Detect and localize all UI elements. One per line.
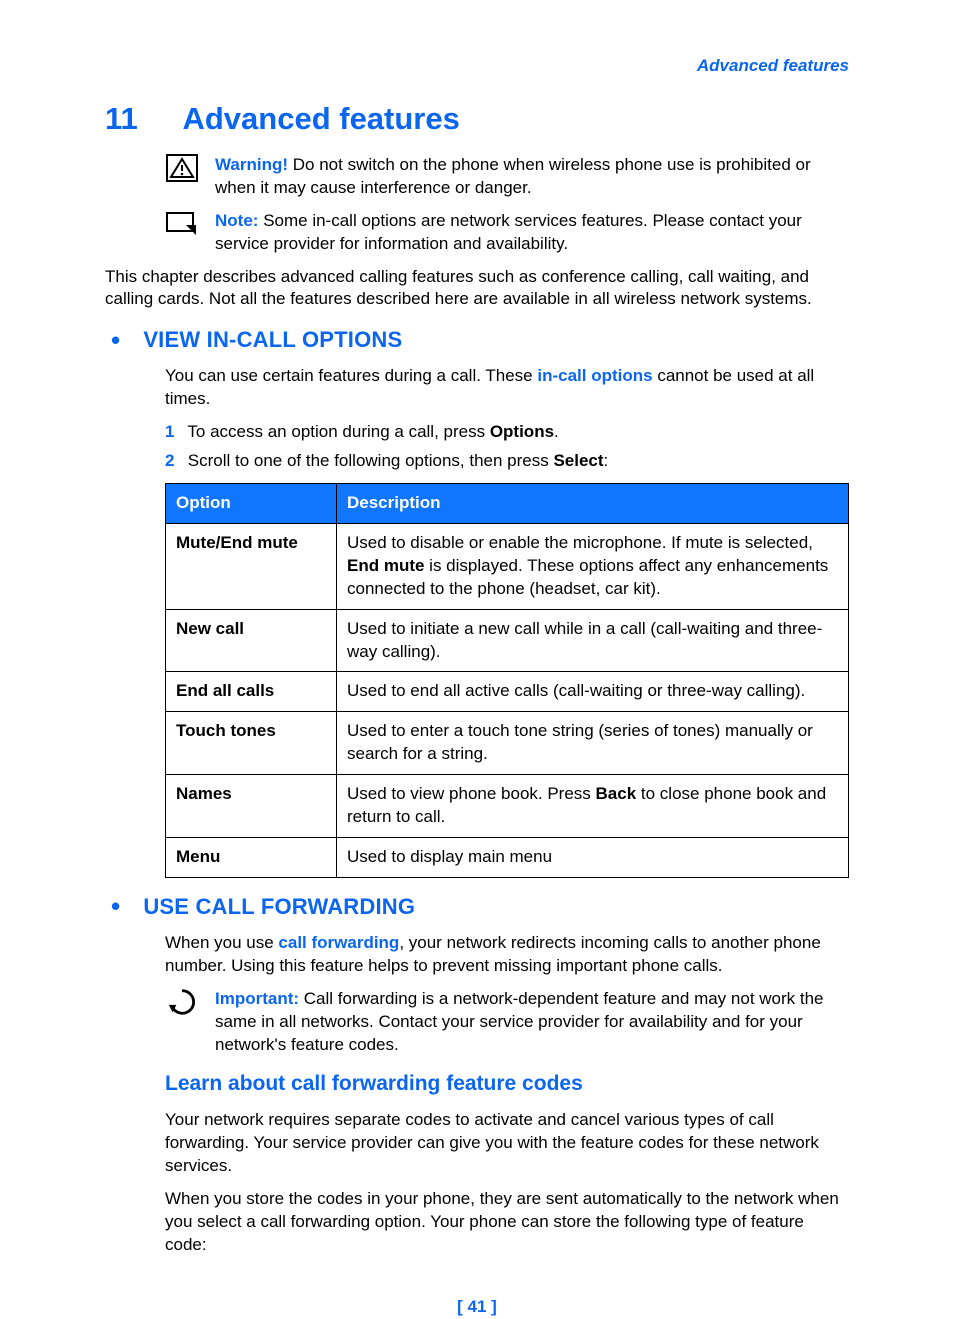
- warning-icon: [165, 154, 199, 182]
- opt-cell: Mute/End mute: [166, 523, 337, 609]
- intro-paragraph: This chapter describes advanced calling …: [105, 266, 849, 312]
- table-row: Menu Used to display main menu: [166, 838, 849, 878]
- desc-cell: Used to disable or enable the microphone…: [337, 523, 849, 609]
- th-option: Option: [166, 483, 337, 523]
- important-label: Important:: [215, 989, 299, 1008]
- desc-cell: Used to initiate a new call while in a c…: [337, 609, 849, 672]
- section-view-incall: • VIEW IN-CALL OPTIONS: [105, 325, 849, 355]
- step2-pre: Scroll to one of the following options, …: [188, 451, 554, 470]
- subsection-feature-codes: Learn about call forwarding feature code…: [165, 1070, 849, 1098]
- th-description: Description: [337, 483, 849, 523]
- warning-body: Do not switch on the phone when wireless…: [215, 155, 811, 197]
- section1-intro-pre: You can use certain features during a ca…: [165, 366, 537, 385]
- opt-cell: Names: [166, 775, 337, 838]
- important-body: Call forwarding is a network-dependent f…: [215, 989, 824, 1054]
- chapter-title: 11 Advanced features: [105, 98, 849, 140]
- page-number: [ 41 ]: [105, 1296, 849, 1319]
- table-row: New call Used to initiate a new call whi…: [166, 609, 849, 672]
- step2-bold: Select: [553, 451, 603, 470]
- options-table: Option Description Mute/End mute Used to…: [165, 483, 849, 878]
- table-header-row: Option Description: [166, 483, 849, 523]
- opt-cell: Menu: [166, 838, 337, 878]
- call-forwarding-link[interactable]: call forwarding: [278, 933, 399, 952]
- step2-post: :: [604, 451, 609, 470]
- warning-text: Warning! Do not switch on the phone when…: [215, 154, 849, 200]
- chapter-title-text: Advanced features: [182, 101, 459, 136]
- chapter-number: 11: [105, 98, 175, 140]
- table-row: Names Used to view phone book. Press Bac…: [166, 775, 849, 838]
- section-call-forwarding: • USE CALL FORWARDING: [105, 892, 849, 922]
- table-row: Mute/End mute Used to disable or enable …: [166, 523, 849, 609]
- r5-bold: Back: [596, 784, 637, 803]
- page-header: Advanced features: [105, 55, 849, 78]
- step1-bold: Options: [490, 422, 554, 441]
- incall-options-link[interactable]: in-call options: [537, 366, 652, 385]
- section2-intro-pre: When you use: [165, 933, 278, 952]
- desc-cell: Used to enter a touch tone string (serie…: [337, 712, 849, 775]
- r1-pre: Used to disable or enable the microphone…: [347, 533, 813, 552]
- note-label: Note:: [215, 211, 258, 230]
- opt-cell: End all calls: [166, 672, 337, 712]
- section1-intro: You can use certain features during a ca…: [105, 365, 849, 411]
- note-icon: [165, 210, 199, 238]
- table-row: End all calls Used to end all active cal…: [166, 672, 849, 712]
- step1-pre: To access an option during a call, press: [187, 422, 489, 441]
- opt-cell: New call: [166, 609, 337, 672]
- step-number: 2: [165, 450, 183, 473]
- table-row: Touch tones Used to enter a touch tone s…: [166, 712, 849, 775]
- section2-para1: Your network requires separate codes to …: [105, 1109, 849, 1178]
- r5-pre: Used to view phone book. Press: [347, 784, 596, 803]
- desc-cell: Used to view phone book. Press Back to c…: [337, 775, 849, 838]
- opt-cell: Touch tones: [166, 712, 337, 775]
- step-number: 1: [165, 421, 183, 444]
- note-text: Note: Some in-call options are network s…: [215, 210, 849, 256]
- desc-cell: Used to end all active calls (call-waiti…: [337, 672, 849, 712]
- important-icon: [165, 988, 199, 1016]
- r1-bold: End mute: [347, 556, 424, 575]
- step-1: 1 To access an option during a call, pre…: [165, 421, 849, 444]
- section2-intro: When you use call forwarding, your netwo…: [105, 932, 849, 978]
- section2-title: USE CALL FORWARDING: [143, 894, 415, 919]
- step1-post: .: [554, 422, 559, 441]
- desc-cell: Used to display main menu: [337, 838, 849, 878]
- section2-para2: When you store the codes in your phone, …: [105, 1188, 849, 1257]
- step-2: 2 Scroll to one of the following options…: [165, 450, 849, 473]
- warning-label: Warning!: [215, 155, 288, 174]
- section1-title: VIEW IN-CALL OPTIONS: [143, 327, 402, 352]
- note-body: Some in-call options are network service…: [215, 211, 802, 253]
- important-text: Important: Call forwarding is a network-…: [215, 988, 849, 1057]
